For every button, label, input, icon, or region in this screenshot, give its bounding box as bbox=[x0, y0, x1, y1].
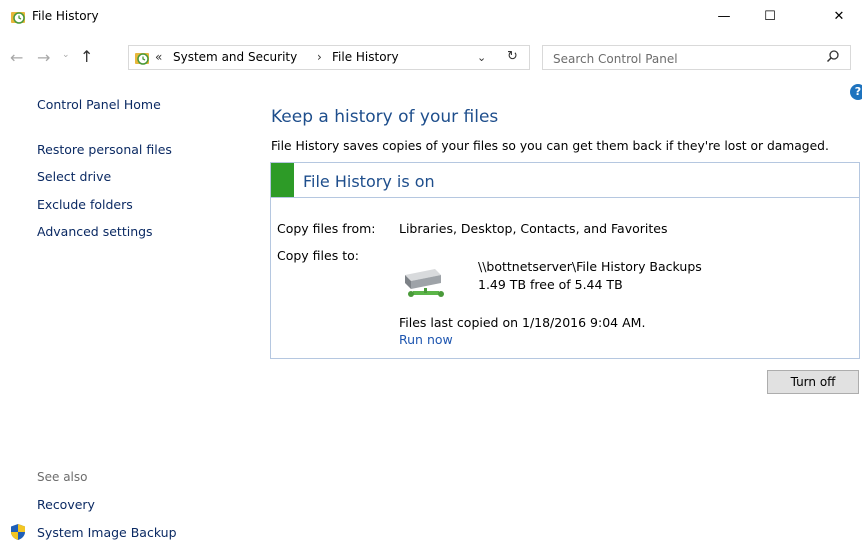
help-icon[interactable]: ? bbox=[850, 84, 862, 100]
exclude-folders-link[interactable]: Exclude folders bbox=[37, 197, 133, 212]
recovery-link[interactable]: Recovery bbox=[37, 497, 95, 512]
page-title: Keep a history of your files bbox=[271, 107, 499, 127]
back-button[interactable]: ← bbox=[10, 48, 23, 67]
close-button[interactable]: ✕ bbox=[816, 0, 862, 32]
copy-from-label: Copy files from: bbox=[277, 221, 376, 236]
status-indicator bbox=[271, 163, 294, 197]
breadcrumb-overflow[interactable]: « bbox=[155, 50, 162, 64]
forward-button[interactable]: → bbox=[37, 48, 50, 67]
run-now-link[interactable]: Run now bbox=[399, 332, 453, 347]
maximize-button[interactable]: ☐ bbox=[747, 0, 793, 32]
turn-off-button[interactable]: Turn off bbox=[767, 370, 859, 394]
page-description: File History saves copies of your files … bbox=[271, 139, 829, 153]
backup-drive-space: 1.49 TB free of 5.44 TB bbox=[478, 277, 623, 292]
last-copied-status: Files last copied on 1/18/2016 9:04 AM. bbox=[399, 315, 646, 330]
file-history-icon bbox=[11, 12, 25, 24]
status-title: File History is on bbox=[303, 172, 435, 191]
see-also-label: See also bbox=[37, 470, 88, 484]
minimize-button[interactable]: — bbox=[701, 0, 747, 32]
copy-to-label: Copy files to: bbox=[277, 248, 359, 263]
advanced-settings-link[interactable]: Advanced settings bbox=[37, 224, 153, 239]
status-header: File History is on bbox=[271, 163, 859, 198]
window-title: File History bbox=[32, 9, 99, 23]
breadcrumb-file-history[interactable]: File History bbox=[332, 50, 399, 64]
title-bar: File History — ☐ ✕ bbox=[0, 0, 862, 32]
backup-drive-path: \\bottnetserver\File History Backups bbox=[478, 259, 702, 274]
address-dropdown-button[interactable]: ⌄ bbox=[477, 51, 486, 64]
shield-icon bbox=[11, 524, 25, 540]
select-drive-link[interactable]: Select drive bbox=[37, 169, 111, 184]
status-panel: File History is on Copy files from: Libr… bbox=[270, 162, 860, 359]
restore-personal-files-link[interactable]: Restore personal files bbox=[37, 142, 172, 157]
recent-locations-button[interactable]: ⌄ bbox=[62, 50, 70, 60]
network-drive-icon bbox=[405, 269, 444, 297]
control-panel-home-link[interactable]: Control Panel Home bbox=[37, 97, 161, 112]
address-bar[interactable]: « System and Security › File History ⌄ ↻ bbox=[128, 45, 530, 70]
breadcrumb-system-and-security[interactable]: System and Security bbox=[173, 50, 297, 64]
file-history-icon bbox=[135, 53, 149, 65]
search-icon[interactable] bbox=[826, 49, 840, 63]
up-button[interactable]: ↑ bbox=[80, 47, 93, 66]
search-box[interactable] bbox=[542, 45, 851, 71]
system-image-backup-link[interactable]: System Image Backup bbox=[37, 525, 177, 540]
copy-from-value: Libraries, Desktop, Contacts, and Favori… bbox=[399, 221, 668, 236]
search-input[interactable] bbox=[543, 46, 825, 71]
breadcrumb-separator[interactable]: › bbox=[317, 50, 322, 64]
refresh-button[interactable]: ↻ bbox=[507, 49, 518, 64]
